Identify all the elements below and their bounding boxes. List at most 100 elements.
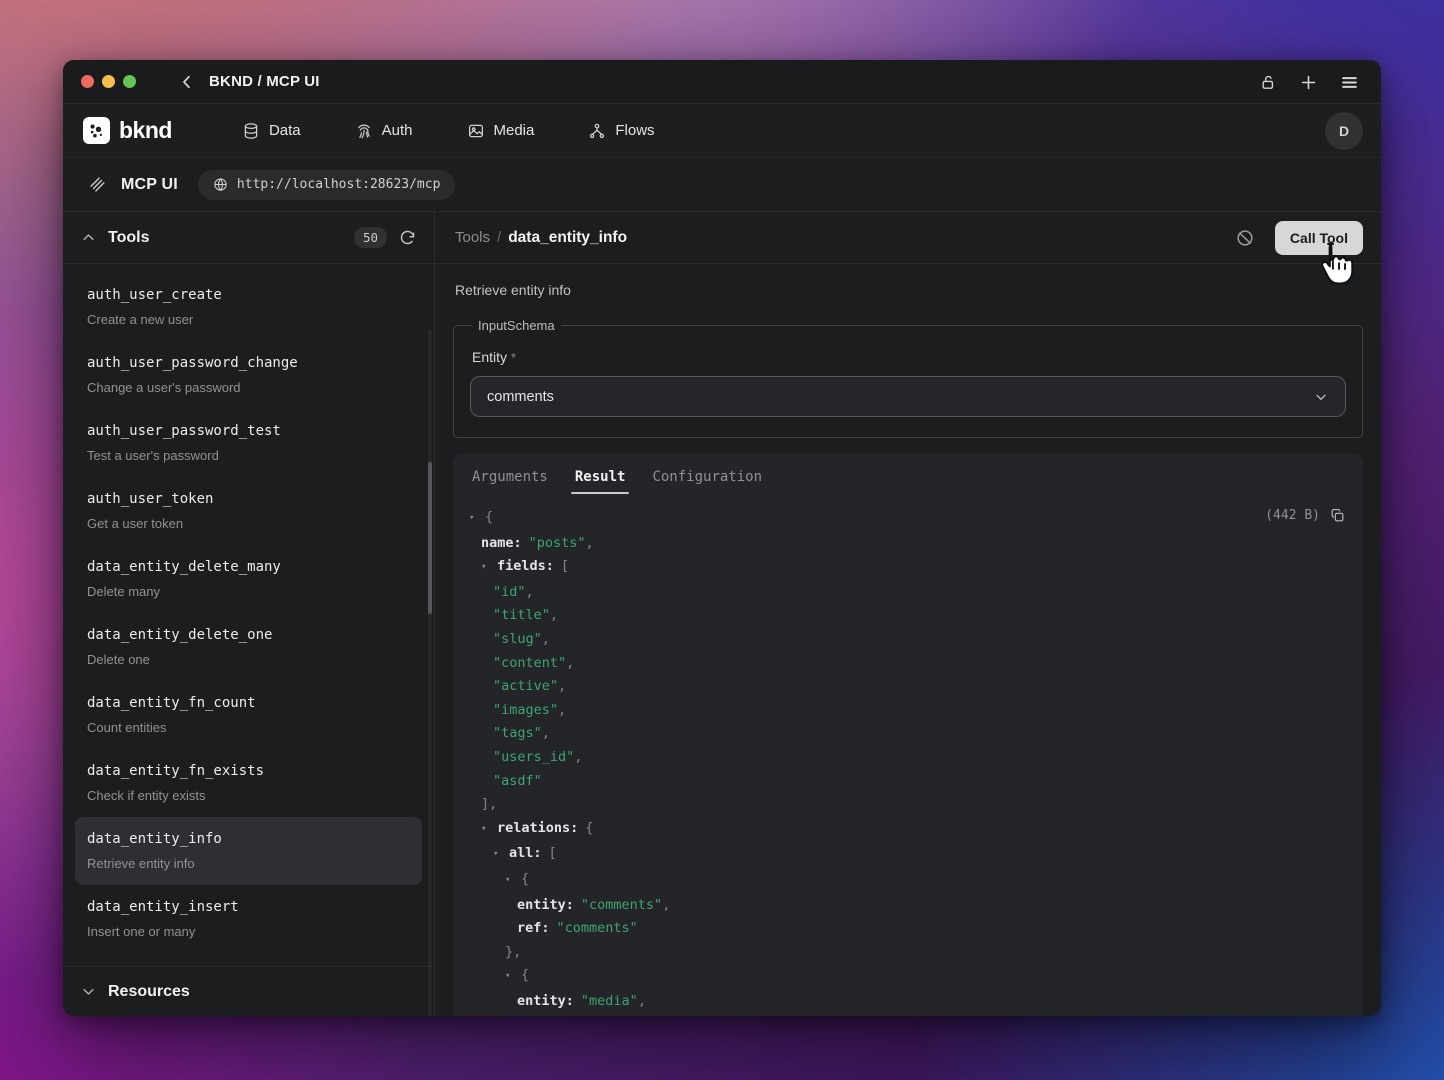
json-line: ], (469, 793, 1345, 817)
expand-triangle-icon[interactable]: ▾ (481, 818, 492, 842)
tool-description: Count entities (87, 719, 410, 737)
traffic-lights (81, 75, 136, 88)
expand-triangle-icon[interactable]: ▾ (505, 869, 516, 893)
tab-arguments[interactable]: Arguments (472, 469, 548, 494)
chevron-down-icon (81, 984, 96, 999)
tool-description: Create a new user (87, 311, 410, 329)
back-button[interactable] (178, 73, 196, 91)
nav-label: Data (269, 122, 301, 139)
json-line: entity:"comments", (469, 894, 1345, 918)
nav-item-media[interactable]: Media (467, 122, 535, 140)
json-key: name: (481, 535, 522, 551)
json-string: "id" (493, 584, 526, 600)
nav-items: Data Auth Media Flows (242, 122, 655, 140)
server-url-badge[interactable]: http://localhost:28623/mcp (198, 170, 456, 200)
tools-list: auth_user_createCreate a new userauth_us… (63, 264, 434, 966)
json-line: "active", (469, 675, 1345, 699)
tool-name: auth_user_password_test (87, 421, 410, 441)
brand-name: bknd (119, 117, 172, 144)
tool-description: Change a user's password (87, 379, 410, 397)
sidebar-tool-item-data_entity_info[interactable]: data_entity_infoRetrieve entity info (75, 817, 422, 885)
window-title: BKND / MCP UI (209, 73, 320, 90)
new-tab-icon[interactable] (1299, 73, 1318, 92)
chevron-left-icon (178, 73, 196, 91)
main-header: Tools / data_entity_info Call Tool (435, 212, 1381, 264)
json-string: "posts" (529, 535, 586, 551)
globe-icon (213, 177, 228, 192)
json-punct: , (542, 631, 550, 647)
sidebar-tool-item-auth_user_token[interactable]: auth_user_tokenGet a user token (75, 477, 422, 545)
breadcrumb-section[interactable]: Tools (455, 229, 490, 246)
nav-item-flows[interactable]: Flows (588, 122, 654, 140)
json-key: entity: (517, 897, 574, 913)
json-punct: ], (481, 796, 497, 812)
zoom-window-button[interactable] (123, 75, 136, 88)
json-line: "asdf" (469, 770, 1345, 794)
json-punct: , (526, 584, 534, 600)
result-size-badge: (442 B) (1265, 508, 1320, 523)
json-key: all: (509, 845, 542, 861)
sidebar-scrollbar-track[interactable] (428, 330, 432, 1016)
json-line: "slug", (469, 628, 1345, 652)
user-avatar[interactable]: D (1325, 112, 1363, 150)
json-line: name:"posts", (469, 532, 1345, 556)
brand-logo[interactable]: bknd (83, 117, 172, 144)
nav-label: Flows (615, 122, 654, 139)
tool-name: data_entity_insert (87, 897, 410, 917)
resources-header-label: Resources (108, 983, 190, 1001)
json-string: "active" (493, 678, 558, 694)
input-schema-fieldset: InputSchema Entity* comments (453, 318, 1363, 438)
json-line: ▾relations:{ (469, 817, 1345, 843)
call-tool-button[interactable]: Call Tool (1275, 221, 1363, 255)
sidebar-tool-item-auth_user_password_test[interactable]: auth_user_password_testTest a user's pas… (75, 409, 422, 477)
sidebar-tool-item-data_entity_delete_many[interactable]: data_entity_delete_manyDelete many (75, 545, 422, 613)
tool-description: Delete one (87, 651, 410, 669)
tools-sidebar: Tools 50 auth_user_createCreate a new us… (63, 212, 435, 1016)
minimize-window-button[interactable] (102, 75, 115, 88)
tool-detail: Retrieve entity info InputSchema Entity*… (435, 264, 1381, 1016)
json-line: ▾all:[ (469, 842, 1345, 868)
close-window-button[interactable] (81, 75, 94, 88)
sidebar-tool-item-data_entity_delete_one[interactable]: data_entity_delete_one Delete one (75, 613, 422, 681)
tool-name: data_entity_delete_one (87, 625, 410, 645)
tool-name: data_entity_info (87, 829, 410, 849)
sidebar-tool-item-auth_user_create[interactable]: auth_user_createCreate a new user (75, 273, 422, 341)
json-punct: , (574, 749, 582, 765)
expand-triangle-icon[interactable]: ▾ (481, 556, 492, 580)
breadcrumb-separator: / (497, 229, 501, 246)
slash-circle-icon[interactable] (1235, 228, 1255, 248)
json-punct: { (485, 509, 493, 525)
server-url: http://localhost:28623/mcp (237, 177, 441, 192)
resources-section-header[interactable]: Resources (63, 966, 434, 1016)
expand-triangle-icon[interactable]: ▾ (505, 965, 516, 989)
refresh-icon[interactable] (399, 229, 416, 246)
tool-description: Delete many (87, 583, 410, 601)
json-key: fields: (497, 558, 554, 574)
tools-section-header[interactable]: Tools 50 (63, 212, 434, 264)
tab-configuration[interactable]: Configuration (652, 469, 762, 494)
sidebar-tool-item-data_entity_fn_count[interactable]: data_entity_fn_countCount entities (75, 681, 422, 749)
lock-open-icon[interactable] (1260, 74, 1277, 91)
menu-icon[interactable] (1340, 73, 1359, 92)
json-string: "users_id" (493, 749, 574, 765)
json-string: "tags" (493, 725, 542, 741)
sidebar-tool-item-auth_user_password_change[interactable]: auth_user_password_changeChange a user's… (75, 341, 422, 409)
copy-icon[interactable] (1330, 508, 1345, 523)
tool-name: auth_user_token (87, 489, 410, 509)
tab-result[interactable]: Result (575, 469, 626, 494)
nav-item-auth[interactable]: Auth (355, 122, 413, 140)
json-key: relations: (497, 820, 578, 836)
entity-select[interactable]: comments (470, 376, 1346, 417)
json-line: "tags", (469, 722, 1345, 746)
sidebar-tool-item-data_entity_insert[interactable]: data_entity_insertInsert one or many (75, 885, 422, 953)
flow-icon (588, 122, 606, 140)
sidebar-tool-item-data_entity_fn_exists[interactable]: data_entity_fn_existsCheck if entity exi… (75, 749, 422, 817)
json-line: ref:"comments" (469, 917, 1345, 941)
json-string: "comments" (581, 897, 662, 913)
sidebar-scrollbar-thumb[interactable] (428, 462, 432, 614)
tool-description: Check if entity exists (87, 787, 410, 805)
main-panel: Tools / data_entity_info Call Tool Retri… (435, 212, 1381, 1016)
expand-triangle-icon[interactable]: ▾ (493, 843, 504, 867)
nav-item-data[interactable]: Data (242, 122, 301, 140)
expand-triangle-icon[interactable]: ▾ (469, 507, 480, 531)
